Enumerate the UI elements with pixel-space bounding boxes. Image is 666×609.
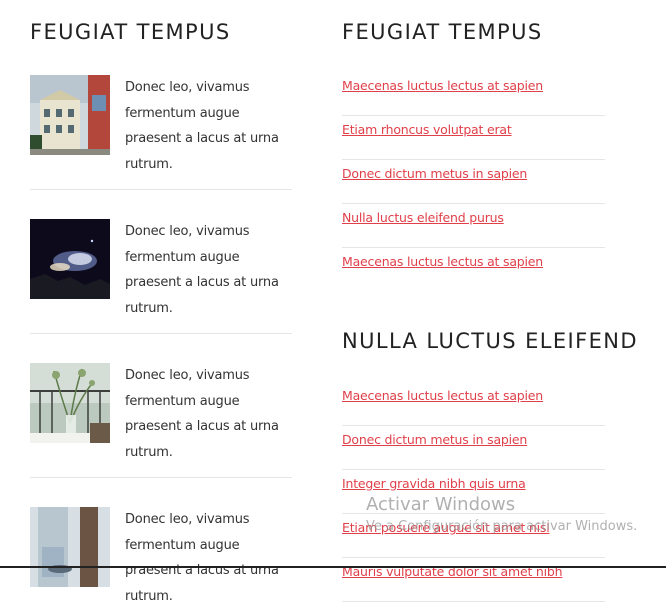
bottom-border xyxy=(0,566,666,568)
post-excerpt: Donec leo, vivamus fermentum augue praes… xyxy=(125,368,279,460)
list-item: Maecenas luctus lectus at sapien xyxy=(342,382,605,426)
link-item[interactable]: Nulla luctus eleifend purus xyxy=(342,210,504,225)
post-thumbnail[interactable] xyxy=(30,507,110,587)
link-item[interactable]: Donec dictum metus in sapien xyxy=(342,166,527,181)
post-thumbnail[interactable] xyxy=(30,75,110,155)
list-item: Nulla luctus eleifend purus xyxy=(342,204,605,248)
list-item: Etiam rhoncus volutpat erat xyxy=(342,116,605,160)
link-item[interactable]: Maecenas luctus lectus at sapien xyxy=(342,254,543,269)
post-divider xyxy=(30,189,292,190)
link-item[interactable]: Integer gravida nibh quis urna xyxy=(342,476,526,491)
links-list: Maecenas luctus lectus at sapien Donec d… xyxy=(342,382,605,602)
link-item[interactable]: Donec dictum metus in sapien xyxy=(342,432,527,447)
post-excerpt: Donec leo, vivamus fermentum augue praes… xyxy=(125,80,279,172)
post-excerpt: Donec leo, vivamus fermentum augue praes… xyxy=(125,224,279,316)
list-item: Donec dictum metus in sapien xyxy=(342,426,605,470)
post-thumbnail[interactable] xyxy=(30,363,110,443)
night-smoke-photo xyxy=(30,219,110,299)
list-item: Maecenas luctus lectus at sapien xyxy=(342,72,605,116)
links-section-heading: NULLA LUCTUS ELEIFEND xyxy=(342,329,638,353)
post-divider xyxy=(30,477,292,478)
post-excerpt: Donec leo, vivamus fermentum augue praes… xyxy=(125,512,279,604)
activation-watermark-title: Activar Windows xyxy=(366,494,516,515)
left-section-heading: FEUGIAT TEMPUS xyxy=(30,20,231,44)
window-curtain-photo xyxy=(30,507,110,587)
links-section-heading: FEUGIAT TEMPUS xyxy=(342,20,543,44)
activation-watermark-subtitle: Ve a Configuración para activar Windows. xyxy=(366,519,638,534)
link-item[interactable]: Maecenas luctus lectus at sapien xyxy=(342,78,543,93)
list-item: Maecenas luctus lectus at sapien xyxy=(342,248,605,292)
link-item[interactable]: Maecenas luctus lectus at sapien xyxy=(342,388,543,403)
post-divider xyxy=(30,333,292,334)
building-street-photo xyxy=(30,75,110,155)
post-thumbnail[interactable] xyxy=(30,219,110,299)
flowers-vase-photo xyxy=(30,363,110,443)
link-item[interactable]: Etiam rhoncus volutpat erat xyxy=(342,122,512,137)
links-list: Maecenas luctus lectus at sapien Etiam r… xyxy=(342,72,605,292)
list-item: Donec dictum metus in sapien xyxy=(342,160,605,204)
list-item: Mauris vulputate dolor sit amet nibh xyxy=(342,558,605,602)
